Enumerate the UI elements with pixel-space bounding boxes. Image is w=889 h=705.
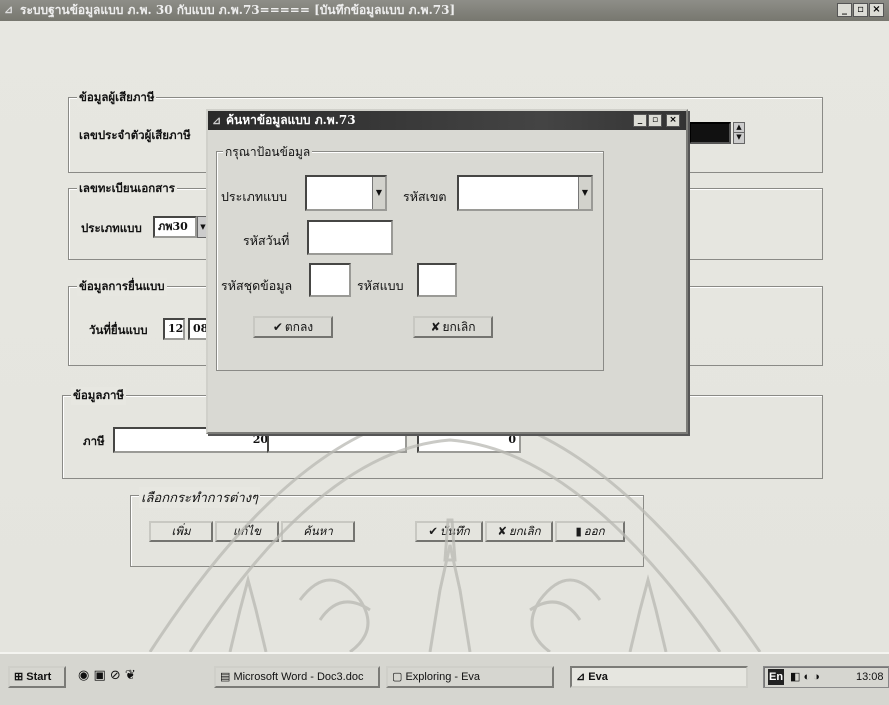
dialog-zone-combo[interactable]: ▼ [457,175,593,211]
actions-group: เลือกกระทำการต่างๆ เพิ่ม แก้ไข ค้นหา ✔ บั… [130,487,644,567]
dialog-date-code-field[interactable] [307,220,393,255]
tax-label: ภาษี [83,434,105,448]
dialog-form-code-label: รหัสแบบ [357,278,404,293]
start-button[interactable]: ⊞ Start [8,666,66,688]
check-icon: ✔ [272,320,283,334]
taskbar-word-label: Microsoft Word - Doc3.doc [233,671,364,683]
dialog-ok-label: ตกลง [284,320,314,334]
taskbar-explorer-label: Exploring - Eva [405,671,481,683]
cancel-button[interactable]: ✘ ยกเลิก [485,521,553,542]
door-icon: ▮ [575,524,582,538]
search-dialog: ⊿ ค้นหาข้อมูลแบบ ภ.พ.73 _ ▫ × กรุณาป้อนข… [206,109,688,434]
taskbar-eva-label: Eva [588,671,608,683]
x-icon: ✘ [430,320,441,334]
dialog-app-icon: ⊿ [212,114,222,127]
chevron-down-icon[interactable]: ▼ [372,177,385,209]
dialog-form-type-label: ประเภทแบบ [221,189,288,204]
app-icon: ⊿ [4,3,14,16]
x-icon: ✘ [497,524,507,538]
close-button[interactable]: × [869,3,884,17]
form-type-label: ประเภทแบบ [81,221,142,235]
dialog-maximize-button[interactable]: ▫ [648,114,662,127]
check-icon: ✔ [428,524,438,538]
system-tray: En ◧ ◐ ◑ 13:08 [763,666,889,688]
chevron-down-icon[interactable]: ▼ [578,177,591,209]
windows-logo-icon: ⊞ [14,671,27,683]
search-button[interactable]: ค้นหา [281,521,355,542]
add-button[interactable]: เพิ่ม [149,521,213,542]
tax-id-spinner[interactable]: ▲ ▼ [733,122,745,144]
exit-button-label: ออก [583,524,605,538]
app-icon: ⊿ [576,671,589,683]
taskbar: ⊞ Start ◉ ▣ ⊘ ❦ ▤ Microsoft Word - Doc3.… [0,652,889,705]
actions-group-label: เลือกกระทำการต่างๆ [139,487,261,508]
dialog-title: ค้นหาข้อมูลแบบ ภ.พ.73 [226,113,356,127]
dialog-dataset-label: รหัสชุดข้อมูล [221,278,293,293]
exit-button[interactable]: ▮ ออก [555,521,625,542]
window-title: ระบบฐานข้อมูลแบบ ภ.พ. 30 กับแบบ ภ.พ.73==… [20,3,456,17]
form-type-field[interactable]: ภพ30 [153,216,197,238]
minimize-button[interactable]: _ [837,3,852,17]
word-icon: ▤ [220,671,234,683]
cancel-button-label: ยกเลิก [508,524,541,538]
dialog-title-bar[interactable]: ⊿ ค้นหาข้อมูลแบบ ภ.พ.73 _ ▫ × [208,111,686,130]
taskbar-explorer[interactable]: ▢ Exploring - Eva [386,666,554,688]
edit-button[interactable]: แก้ไข [215,521,279,542]
maximize-button[interactable]: ▫ [853,3,868,17]
dialog-close-button[interactable]: × [666,114,680,127]
search-button-label: ค้นหา [303,524,333,538]
folder-icon: ▢ [392,671,406,683]
taxpayer-group-label: ข้อมูลผู้เสียภาษี [77,89,157,107]
tax-id-field[interactable] [689,122,731,144]
language-indicator[interactable]: En [768,669,785,685]
dialog-input-group: กรุณาป้อนข้อมูล ประเภทแบบ ▼ รหัสเขต ▼ รห… [216,143,604,371]
taskbar-eva[interactable]: ⊿ Eva [570,666,748,688]
tray-icons[interactable]: ◧ ◐ ◑ [790,667,820,687]
dialog-group-label: กรุณาป้อนข้อมูล [223,143,313,162]
dialog-form-code-field[interactable] [417,263,457,297]
dialog-dataset-field[interactable] [309,263,351,297]
save-button[interactable]: ✔ บันทึก [415,521,483,542]
dialog-cancel-button[interactable]: ✘ ยกเลิก [413,316,493,338]
filing-date-label: วันที่ยื่นแบบ [89,323,148,337]
tax-group-label: ข้อมูลภาษี [71,387,127,405]
dialog-cancel-label: ยกเลิก [442,320,476,334]
filing-group-label: ข้อมูลการยื่นแบบ [77,278,167,296]
save-button-label: บันทึก [439,524,470,538]
quick-launch-icons[interactable]: ◉ ▣ ⊘ ❦ [78,668,136,683]
dialog-minimize-button[interactable]: _ [633,114,647,127]
filing-day-field[interactable]: 12 [163,318,185,340]
taskbar-word[interactable]: ▤ Microsoft Word - Doc3.doc [214,666,380,688]
dialog-zone-label: รหัสเขต [403,189,447,204]
main-title-bar[interactable]: ⊿ ระบบฐานข้อมูลแบบ ภ.พ. 30 กับแบบ ภ.พ.73… [0,0,889,21]
tax-id-label: เลขประจำตัวผู้เสียภาษี [79,128,191,142]
dialog-ok-button[interactable]: ✔ ตกลง [253,316,333,338]
dialog-form-type-combo[interactable]: ▼ [305,175,387,211]
clock: 13:08 [856,671,884,683]
start-label: Start [26,671,52,683]
control-group-label: เลขทะเบียนเอกสาร [77,180,177,198]
dialog-date-code-label: รหัสวันที่ [243,233,290,248]
